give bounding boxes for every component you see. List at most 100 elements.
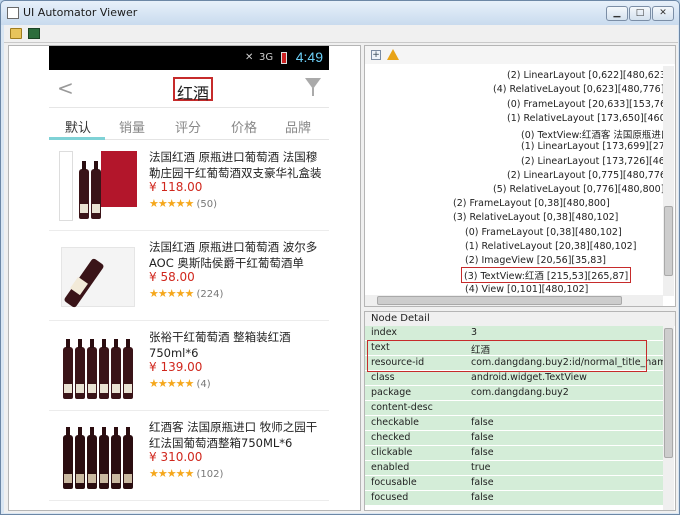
tree-node[interactable]: (0) FrameLayout [0,38][480,102] (465, 227, 622, 238)
warning-icon[interactable] (387, 49, 399, 60)
item-price: ¥ 139.00 (149, 360, 203, 374)
detail-row[interactable]: content-desc (365, 401, 663, 416)
detail-row[interactable]: checked false (365, 431, 663, 446)
list-item[interactable]: 法国红酒 原瓶进口葡萄酒 法国穆勒庄园干红葡萄酒双支豪华礼盒装 ¥ 118.00… (49, 141, 329, 231)
status-clock: 4:49 (295, 49, 323, 65)
tab-default[interactable]: 默认 (65, 117, 91, 136)
open-folder-icon[interactable] (10, 28, 22, 39)
close-button[interactable]: ✕ (652, 6, 674, 21)
phone-screen[interactable]: ✕ 3G 4:49 < 红酒 默认 销量 评分 价格 品牌 法国红酒 原瓶进口葡… (49, 46, 329, 510)
tree-node-selected[interactable]: (3) TextView:红酒 [215,53][265,87] (461, 267, 632, 283)
sort-tabs: 默认 销量 评分 价格 品牌 (49, 108, 329, 140)
detail-key: index (371, 327, 397, 338)
product-image (57, 419, 141, 493)
signal-icon: 3G (259, 52, 274, 63)
detail-key: package (371, 387, 412, 398)
detail-key: focusable (371, 477, 417, 488)
tab-sales[interactable]: 销量 (119, 117, 145, 136)
hierarchy-tree[interactable]: (2) LinearLayout [0,622][480,623] (4) Re… (365, 66, 663, 296)
detail-row[interactable]: index 3 (365, 326, 663, 341)
hierarchy-pane: + (2) LinearLayout [0,622][480,623] (4) … (364, 45, 676, 307)
tree-node[interactable]: (2) LinearLayout [0,622][480,623] (507, 70, 663, 81)
page-title: 红酒 (173, 77, 214, 103)
tree-node[interactable]: (1) LinearLayout [173,699][271,726] (521, 141, 663, 152)
tree-node[interactable]: (0) FrameLayout [20,633][153,766] (507, 99, 663, 110)
tree-node[interactable]: (2) LinearLayout [0,775][480,776] (507, 170, 663, 181)
detail-key: focused (371, 492, 409, 503)
detail-value: true (471, 462, 491, 473)
detail-value: false (471, 492, 494, 503)
tree-node[interactable]: (4) View [0,101][480,102] (465, 284, 588, 295)
app-icon (7, 7, 19, 19)
tree-node[interactable]: (2) FrameLayout [0,38][480,800] (453, 198, 610, 209)
item-title: 法国红酒 原瓶进口葡萄酒 法国穆勒庄园干红葡萄酒双支豪华礼盒装 (149, 150, 322, 180)
tab-price[interactable]: 价格 (231, 117, 257, 136)
detail-row[interactable]: clickable false (365, 446, 663, 461)
wifi-icon: ✕ (245, 52, 254, 63)
list-item[interactable]: 法国红酒 原瓶进口葡萄酒 波尔多AOC 奥斯陆侯爵干红葡萄酒单 ¥ 58.00 … (49, 231, 329, 321)
app-window: UI Automator Viewer ▁ □ ✕ ✕ 3G 4:49 < 红酒 (0, 0, 680, 515)
tree-node[interactable]: (2) LinearLayout [173,726][460,748] (521, 156, 663, 167)
app-bar: < 红酒 (49, 70, 329, 108)
filter-icon[interactable] (305, 78, 321, 96)
star-icon: ★★★★★ (149, 287, 194, 300)
item-title: 法国红酒 原瓶进口葡萄酒 波尔多AOC 奥斯陆侯爵干红葡萄酒单 (149, 240, 318, 270)
item-rating: ★★★★★ (224) (149, 287, 223, 300)
tab-brand[interactable]: 品牌 (285, 117, 311, 136)
main-toolbar (4, 25, 678, 43)
hierarchy-horizontal-scrollbar[interactable] (365, 295, 663, 306)
item-price: ¥ 58.00 (149, 270, 195, 284)
highlight-box (367, 340, 647, 372)
minimize-button[interactable]: ▁ (606, 6, 628, 21)
detail-key: content-desc (371, 402, 433, 413)
tree-node[interactable]: (1) RelativeLayout [173,650][460,748] (507, 113, 663, 124)
detail-row[interactable]: class android.widget.TextView (365, 371, 663, 386)
active-tab-indicator (49, 137, 105, 140)
detail-row[interactable]: enabled true (365, 461, 663, 476)
list-item[interactable]: 张裕干红葡萄酒 整箱装红酒750ml*6 ¥ 139.00 ★★★★★ (4) (49, 321, 329, 411)
tree-node[interactable]: (0) TextView:红酒客 法国原瓶进口 & (521, 127, 663, 141)
review-count: (224) (196, 289, 224, 300)
tree-node[interactable]: (5) RelativeLayout [0,776][480,800] (493, 184, 663, 195)
detail-row[interactable]: checkable false (365, 416, 663, 431)
item-rating: ★★★★★ (4) (149, 377, 211, 390)
tab-rating[interactable]: 评分 (175, 117, 201, 136)
tree-node[interactable]: (4) RelativeLayout [0,623][480,776] (493, 84, 663, 95)
item-price: ¥ 310.00 (149, 450, 203, 464)
review-count: (50) (196, 199, 218, 210)
item-title: 红酒客 法国原瓶进口 牧师之园干红法国葡萄酒整箱750ML*6 (149, 420, 318, 450)
battery-icon (281, 52, 287, 64)
detail-value: com.dangdang.buy2 (471, 387, 569, 398)
tree-node[interactable]: (1) RelativeLayout [20,38][480,102] (465, 241, 636, 252)
client-area: ✕ 3G 4:49 < 红酒 默认 销量 评分 价格 品牌 法国红酒 原瓶进口葡… (4, 43, 678, 513)
review-count: (102) (196, 469, 224, 480)
detail-row[interactable]: focusable false (365, 476, 663, 491)
title-bar: UI Automator Viewer ▁ □ ✕ (1, 1, 679, 25)
detail-row[interactable]: focused false (365, 491, 663, 506)
detail-row[interactable]: package com.dangdang.buy2 (365, 386, 663, 401)
node-detail-pane: Node Detail index 3 text 红酒 resource-id … (364, 311, 676, 511)
expand-all-icon[interactable]: + (371, 50, 381, 60)
tree-node[interactable]: (2) ImageView [20,56][35,83] (465, 255, 606, 266)
status-bar: ✕ 3G 4:49 (49, 46, 329, 70)
list-item[interactable]: 红酒客 法国原瓶进口 牧师之园干红法国葡萄酒整箱750ML*6 ¥ 310.00… (49, 411, 329, 501)
detail-value: false (471, 432, 494, 443)
product-image (57, 239, 141, 313)
detail-value: 3 (471, 327, 478, 338)
detail-key: clickable (371, 447, 413, 458)
product-image (57, 149, 141, 223)
maximize-button[interactable]: □ (629, 6, 651, 21)
device-screenshot-pane[interactable]: ✕ 3G 4:49 < 红酒 默认 销量 评分 价格 品牌 法国红酒 原瓶进口葡… (8, 45, 361, 511)
detail-value: false (471, 447, 494, 458)
item-rating: ★★★★★ (50) (149, 197, 217, 210)
tree-node[interactable]: (3) RelativeLayout [0,38][480,102] (453, 212, 618, 223)
hierarchy-vertical-scrollbar[interactable] (663, 66, 674, 296)
detail-vertical-scrollbar[interactable] (663, 326, 674, 510)
detail-key: checkable (371, 417, 419, 428)
back-icon[interactable]: < (57, 76, 74, 100)
product-image (57, 329, 141, 403)
star-icon: ★★★★★ (149, 197, 194, 210)
device-screenshot-icon[interactable] (28, 28, 40, 39)
node-detail-header: Node Detail (365, 312, 675, 326)
detail-value: android.widget.TextView (471, 372, 587, 383)
